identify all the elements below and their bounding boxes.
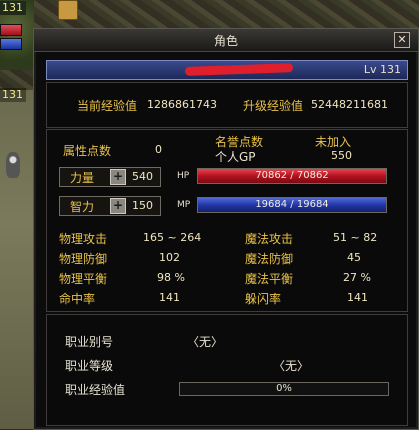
personal-gp-label: 个人GP [215, 150, 256, 164]
physical-balance-value: 98 % [157, 271, 185, 284]
job-exp-bar: 0% [179, 382, 389, 396]
intellect-label: 智力 [70, 200, 95, 214]
magic-attack-label: 魔法攻击 [245, 232, 294, 246]
intellect-box: 智力 + 150 [59, 196, 161, 216]
quick-slot-icon[interactable] [58, 0, 78, 20]
window-titlebar[interactable]: 角色 ✕ [34, 29, 418, 52]
job-section: 职业别号 〈无〉 职业等级 〈无〉 职业经验值 0% [46, 314, 408, 426]
magic-attack-value: 51 ~ 82 [333, 231, 378, 244]
hp-bar: 70862 / 70862 [197, 168, 387, 184]
physical-balance-label: 物理平衡 [59, 272, 108, 286]
job-exp-label: 职业经验值 [65, 383, 126, 397]
hp-bar-text: 70862 / 70862 [255, 170, 329, 181]
strength-value: 540 [132, 170, 153, 183]
strength-plus-button[interactable]: + [110, 169, 126, 185]
character-window: 角色 ✕ Lv 131 当前经验值 1286861743 升级经验值 52448… [33, 28, 419, 430]
attribute-points-value: 0 [155, 143, 162, 156]
job-level-label: 职业等级 [65, 359, 114, 373]
mp-tag: MP [177, 200, 191, 210]
hud-side-number: 131 [0, 88, 26, 102]
hud-hp-bar [0, 24, 22, 36]
magic-defense-label: 魔法防御 [245, 252, 294, 266]
attribute-points-label: 属性点数 [63, 144, 112, 158]
magic-balance-label: 魔法平衡 [245, 272, 294, 286]
next-exp-label: 升级经验值 [243, 99, 304, 113]
physical-attack-value: 165 ~ 264 [143, 231, 202, 244]
physical-attack-label: 物理攻击 [59, 232, 108, 246]
attributes-section: 属性点数 0 名誉点数 未加入 个人GP 550 力量 + 540 HP 708… [46, 129, 408, 312]
dodge-rate-label: 躲闪率 [245, 292, 282, 306]
character-name-bar: Lv 131 [46, 60, 408, 80]
dodge-rate-value: 141 [347, 291, 368, 304]
hud-level-number: 131 [0, 1, 26, 15]
intellect-value: 150 [132, 199, 153, 212]
magic-defense-value: 45 [347, 251, 361, 264]
close-button[interactable]: ✕ [394, 32, 410, 48]
job-alias-label: 职业别号 [65, 335, 114, 349]
physical-defense-value: 102 [159, 251, 180, 264]
job-level-value: 〈无〉 [273, 359, 310, 373]
window-title: 角色 [213, 34, 238, 48]
job-exp-bar-text: 0% [276, 383, 292, 394]
redacted-name-scribble [184, 63, 294, 76]
hit-rate-label: 命中率 [59, 292, 96, 306]
honor-points-value: 未加入 [315, 135, 352, 149]
physical-defense-label: 物理防御 [59, 252, 108, 266]
experience-section: 当前经验值 1286861743 升级经验值 52448211681 [46, 82, 408, 128]
hp-tag: HP [177, 171, 190, 181]
hud-mp-bar [0, 38, 22, 50]
npc-figure [6, 152, 20, 178]
mp-bar-text: 19684 / 19684 [255, 199, 329, 210]
job-alias-value: 〈无〉 [187, 335, 224, 349]
magic-balance-value: 27 % [343, 271, 371, 284]
personal-gp-value: 550 [331, 149, 352, 162]
strength-box: 力量 + 540 [59, 167, 161, 187]
strength-label: 力量 [70, 171, 95, 185]
hit-rate-value: 141 [159, 291, 180, 304]
current-exp-label: 当前经验值 [77, 99, 138, 113]
intellect-plus-button[interactable]: + [110, 198, 126, 214]
mp-bar: 19684 / 19684 [197, 197, 387, 213]
character-level: Lv 131 [363, 63, 401, 76]
next-exp-value: 52448211681 [311, 98, 388, 111]
current-exp-value: 1286861743 [147, 98, 217, 111]
